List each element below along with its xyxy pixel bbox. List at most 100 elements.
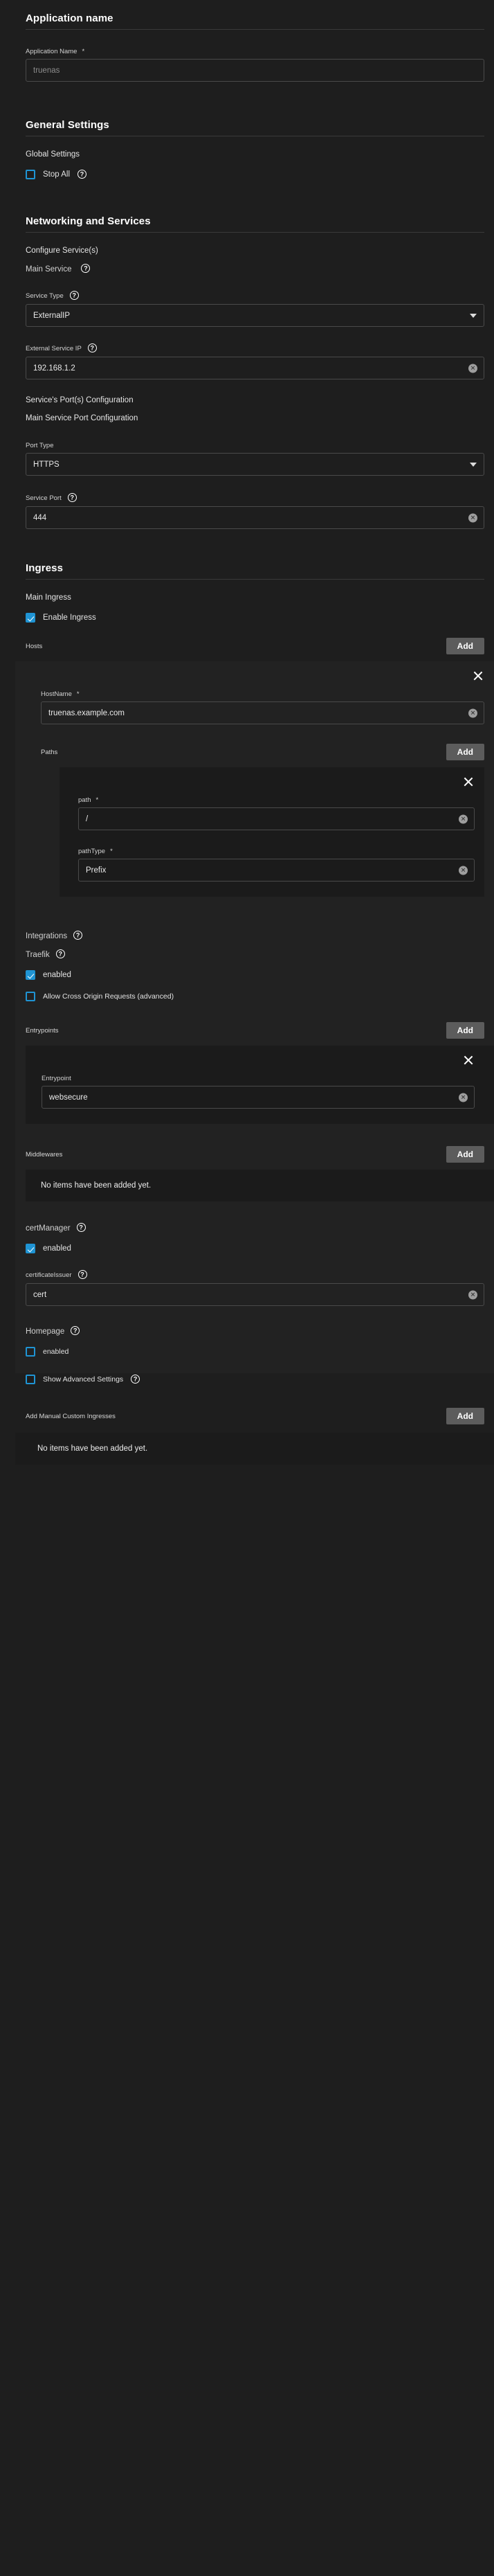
main-service-row: Main Service xyxy=(26,265,484,274)
help-circle-icon[interactable] xyxy=(131,1375,140,1384)
section-title-networking: Networking and Services xyxy=(0,215,494,232)
clear-x-icon[interactable]: ✕ xyxy=(459,866,468,875)
external-service-ip-field: External Service IP 192.168.1.2 ✕ xyxy=(26,344,484,379)
hostname-input[interactable]: truenas.example.com ✕ xyxy=(41,701,484,724)
external-service-ip-input[interactable]: 192.168.1.2 ✕ xyxy=(26,357,484,379)
chevron-down-icon[interactable] xyxy=(470,463,477,467)
show-advanced-checkbox[interactable] xyxy=(26,1375,35,1384)
service-type-label-row: Service Type xyxy=(26,292,484,301)
clear-x-icon[interactable]: ✕ xyxy=(459,1093,468,1102)
enable-ingress-row[interactable]: Enable Ingress xyxy=(26,613,494,623)
service-type-select[interactable]: ExternalIP xyxy=(26,304,484,327)
paths-add-button[interactable]: Add xyxy=(446,744,484,760)
external-service-ip-value: 192.168.1.2 xyxy=(33,364,75,373)
port-type-label-row: Port Type xyxy=(26,442,484,449)
hosts-label: Hosts xyxy=(26,643,42,650)
main-service-label: Main Service xyxy=(26,265,71,274)
certmanager-label-row: certManager xyxy=(26,1224,484,1233)
stop-all-row[interactable]: Stop All xyxy=(26,170,484,179)
application-name-input-value: truenas xyxy=(33,66,60,75)
entrypoint-input[interactable]: websecure ✕ xyxy=(42,1086,475,1109)
help-circle-icon[interactable] xyxy=(70,291,79,300)
enable-ingress-checkbox[interactable] xyxy=(26,613,35,623)
certmanager-enabled-row[interactable]: enabled xyxy=(26,1244,484,1253)
traefik-enabled-label: enabled xyxy=(43,971,71,979)
traefik-cors-checkbox[interactable] xyxy=(26,992,35,1001)
entrypoint-field: Entrypoint websecure ✕ xyxy=(42,1054,484,1109)
traefik-enabled-row[interactable]: enabled xyxy=(26,970,484,980)
middlewares-label: Middlewares xyxy=(26,1151,62,1159)
help-circle-icon[interactable] xyxy=(77,1223,86,1232)
entrypoint-value: websecure xyxy=(49,1093,88,1102)
enable-ingress-label: Enable Ingress xyxy=(43,614,96,622)
entrypoint-item-card: Entrypoint websecure ✕ xyxy=(26,1046,494,1124)
clear-x-icon[interactable]: ✕ xyxy=(468,708,477,717)
help-circle-icon[interactable] xyxy=(77,170,86,179)
pathtype-label: pathType xyxy=(78,848,105,855)
integrations-label: Integrations xyxy=(26,932,67,940)
path-input[interactable]: / ✕ xyxy=(78,807,475,830)
path-item-card: path* / ✕ pathType * Prefix ✕ xyxy=(60,767,484,897)
traefik-enabled-checkbox[interactable] xyxy=(26,970,35,980)
required-asterisk: * xyxy=(110,848,113,855)
host-remove-icon[interactable] xyxy=(472,670,484,682)
certificate-issuer-value: cert xyxy=(33,1291,46,1299)
homepage-enabled-checkbox[interactable] xyxy=(26,1347,35,1357)
certmanager-enabled-checkbox[interactable] xyxy=(26,1244,35,1253)
traefik-label-row: Traefik xyxy=(26,950,484,959)
pathtype-input[interactable]: Prefix ✕ xyxy=(78,859,475,882)
homepage-enabled-row[interactable]: enabled xyxy=(26,1347,484,1373)
entrypoint-remove-icon[interactable] xyxy=(462,1054,475,1066)
help-circle-icon[interactable] xyxy=(78,1270,87,1279)
host-item-card: HostName* truenas.example.com ✕ Paths Ad… xyxy=(15,661,494,912)
help-circle-icon[interactable] xyxy=(73,931,82,940)
clear-x-icon[interactable]: ✕ xyxy=(468,513,477,522)
homepage-enabled-label: enabled xyxy=(43,1348,68,1356)
certificate-issuer-label: certificateIssuer xyxy=(26,1271,72,1279)
service-port-field: Service Port 444 ✕ xyxy=(26,494,484,529)
main-service-port-config-label: Main Service Port Configuration xyxy=(26,414,484,422)
service-ports-config-label: Service's Port(s) Configuration xyxy=(26,396,484,404)
path-remove-icon[interactable] xyxy=(462,776,475,788)
entrypoints-add-button[interactable]: Add xyxy=(446,1022,484,1039)
clear-x-icon[interactable]: ✕ xyxy=(459,814,468,823)
section-title-general-settings: General Settings xyxy=(0,119,494,136)
hosts-add-button[interactable]: Add xyxy=(446,638,484,654)
traefik-cors-row[interactable]: Allow Cross Origin Requests (advanced) xyxy=(26,992,484,1001)
help-circle-icon[interactable] xyxy=(56,949,65,958)
global-settings-label: Global Settings xyxy=(26,150,484,159)
main-ingress-group: Main Ingress Enable Ingress xyxy=(0,580,494,623)
path-field: path* / ✕ xyxy=(78,776,475,830)
homepage-label: Homepage xyxy=(26,1327,64,1336)
show-advanced-row[interactable]: Show Advanced Settings xyxy=(26,1375,484,1384)
stop-all-label: Stop All xyxy=(43,170,70,179)
service-type-value: ExternalIP xyxy=(33,312,70,320)
pathtype-field: pathType * Prefix ✕ xyxy=(78,848,475,882)
main-ingress-label: Main Ingress xyxy=(26,593,494,602)
help-circle-icon[interactable] xyxy=(71,1326,80,1335)
paths-list-header: Paths Add xyxy=(41,744,484,760)
custom-ingresses-add-button[interactable]: Add xyxy=(446,1408,484,1424)
path-label: path xyxy=(78,796,91,804)
service-type-field: Service Type ExternalIP xyxy=(26,292,484,327)
port-type-select[interactable]: HTTPS xyxy=(26,453,484,476)
application-name-input[interactable]: truenas xyxy=(26,59,484,82)
application-name-section: Application name Application Name* truen… xyxy=(0,0,494,82)
bottom-spacer xyxy=(0,1465,494,1506)
stop-all-checkbox[interactable] xyxy=(26,170,35,179)
middlewares-add-button[interactable]: Add xyxy=(446,1146,484,1163)
service-type-label: Service Type xyxy=(26,292,64,300)
service-port-input[interactable]: 444 ✕ xyxy=(26,506,484,529)
chevron-down-icon[interactable] xyxy=(470,314,477,318)
application-name-label-text: Application Name xyxy=(26,48,77,55)
help-circle-icon[interactable] xyxy=(68,493,77,502)
service-port-label-row: Service Port xyxy=(26,494,484,503)
clear-x-icon[interactable]: ✕ xyxy=(468,364,477,373)
clear-x-icon[interactable]: ✕ xyxy=(468,1290,477,1299)
help-circle-icon[interactable] xyxy=(88,343,97,352)
certmanager-label: certManager xyxy=(26,1224,71,1233)
certificate-issuer-input[interactable]: cert ✕ xyxy=(26,1283,484,1306)
show-advanced-label: Show Advanced Settings xyxy=(43,1375,123,1384)
help-circle-icon[interactable] xyxy=(81,264,90,273)
service-port-value: 444 xyxy=(33,514,46,522)
